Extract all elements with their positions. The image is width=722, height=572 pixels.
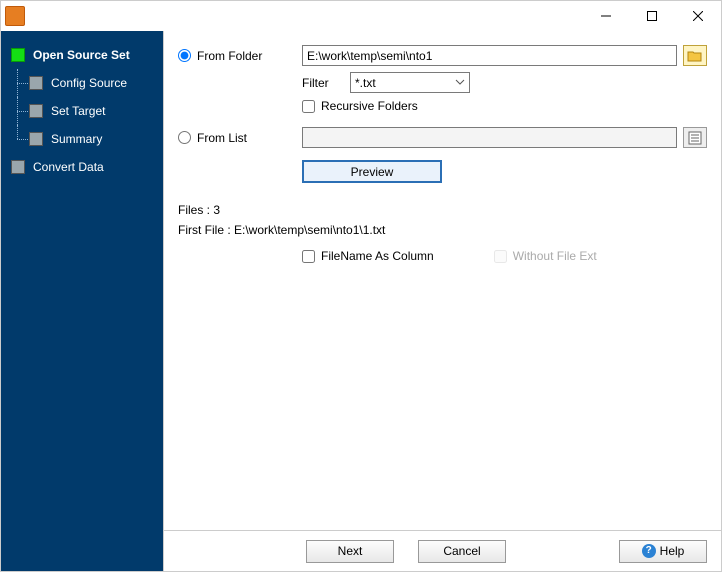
filename-as-column-checkbox[interactable] (302, 250, 315, 263)
close-button[interactable] (675, 1, 721, 31)
maximize-icon (647, 11, 657, 21)
recursive-folders-checkbox[interactable] (302, 100, 315, 113)
help-button[interactable]: ? Help (619, 540, 707, 563)
from-list-radio[interactable] (178, 131, 191, 144)
help-label: Help (660, 544, 685, 558)
app-window: Open Source Set Config Source Set Target… (0, 0, 722, 572)
first-file-text: First File : E:\work\temp\semi\nto1\1.tx… (178, 223, 707, 237)
sidebar-item-label: Open Source Set (33, 48, 130, 62)
filename-as-column-label: FileName As Column (321, 249, 434, 263)
list-file-icon (688, 131, 702, 145)
sidebar-item-label: Convert Data (33, 160, 104, 174)
recursive-folders-label: Recursive Folders (321, 99, 418, 113)
titlebar (1, 1, 721, 31)
filter-label: Filter (302, 76, 350, 90)
chevron-down-icon (455, 77, 465, 87)
without-file-ext-checkbox (494, 250, 507, 263)
from-list-radio-label[interactable]: From List (178, 131, 302, 145)
close-icon (693, 11, 703, 21)
cancel-button[interactable]: Cancel (418, 540, 506, 563)
from-folder-radio-label[interactable]: From Folder (178, 49, 302, 63)
app-icon (5, 6, 25, 26)
files-count-text: Files : 3 (178, 203, 707, 217)
next-label: Next (338, 544, 363, 558)
minimize-icon (601, 11, 611, 21)
filter-combo[interactable]: *.txt (350, 72, 470, 93)
list-path-input[interactable] (302, 127, 677, 148)
sidebar-item-label: Summary (51, 132, 102, 146)
cancel-label: Cancel (443, 544, 480, 558)
sidebar-item-label: Config Source (51, 76, 127, 90)
folder-path-input[interactable] (302, 45, 677, 66)
next-button[interactable]: Next (306, 540, 394, 563)
preview-label: Preview (351, 165, 394, 179)
step-marker-icon (11, 48, 25, 62)
step-marker-icon (29, 76, 43, 90)
from-folder-text: From Folder (197, 49, 262, 63)
browse-folder-button[interactable] (683, 45, 707, 66)
folder-open-icon (687, 49, 703, 63)
without-file-ext-label: Without File Ext (513, 249, 597, 263)
minimize-button[interactable] (583, 1, 629, 31)
sidebar-item-label: Set Target (51, 104, 105, 118)
step-marker-icon (29, 104, 43, 118)
sidebar-item-summary[interactable]: Summary (1, 125, 163, 153)
step-marker-icon (29, 132, 43, 146)
step-marker-icon (11, 160, 25, 174)
preview-button[interactable]: Preview (302, 160, 442, 183)
filter-value: *.txt (355, 76, 376, 90)
window-controls (583, 1, 721, 31)
help-icon: ? (642, 544, 656, 558)
button-bar: Next Cancel ? Help (164, 531, 721, 571)
maximize-button[interactable] (629, 1, 675, 31)
sidebar-item-set-target[interactable]: Set Target (1, 97, 163, 125)
from-list-text: From List (197, 131, 247, 145)
sidebar-item-config-source[interactable]: Config Source (1, 69, 163, 97)
browse-list-button[interactable] (683, 127, 707, 148)
wizard-sidebar: Open Source Set Config Source Set Target… (1, 31, 163, 571)
sidebar-item-open-source-set[interactable]: Open Source Set (1, 41, 163, 69)
from-folder-radio[interactable] (178, 49, 191, 62)
sidebar-item-convert-data[interactable]: Convert Data (1, 153, 163, 181)
main-panel: From Folder Filter *.txt (163, 31, 721, 571)
